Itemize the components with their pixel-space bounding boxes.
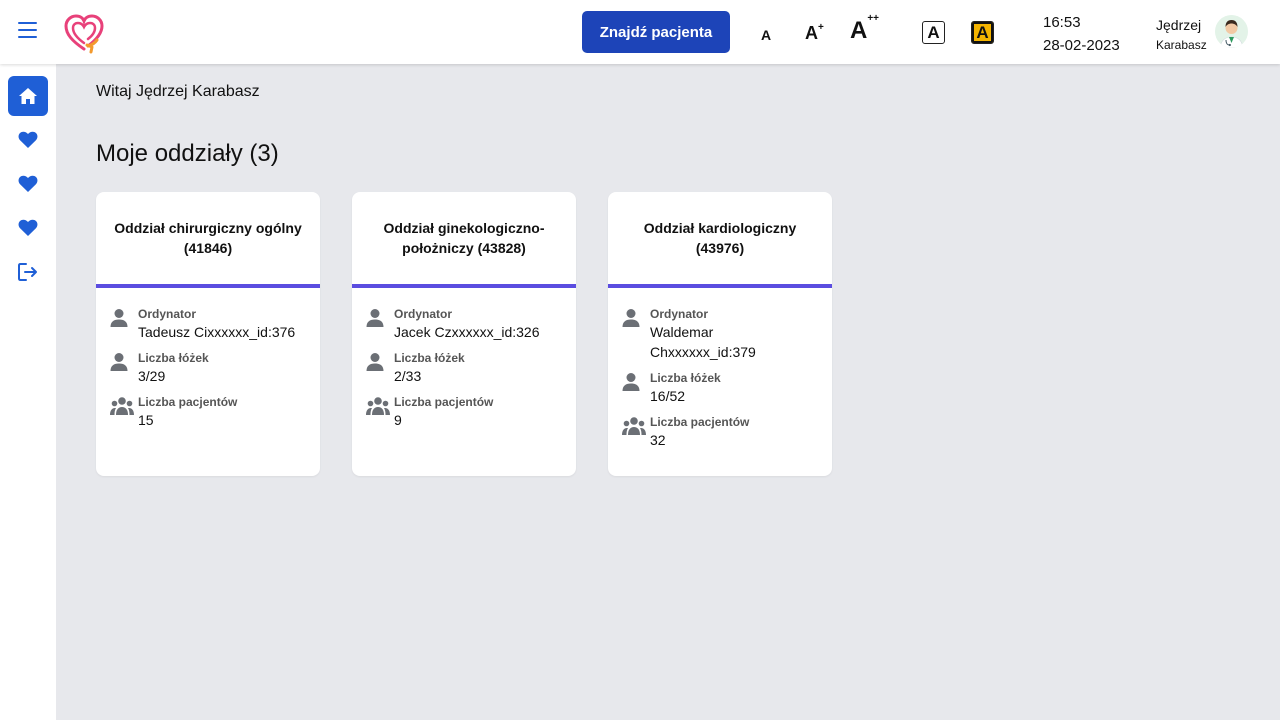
ward-head-label: Ordynator (138, 307, 197, 321)
ward-head-row: Ordynator Jacek Czxxxxxx_id:326 (366, 306, 562, 342)
user-last-name: Karabasz (1156, 38, 1207, 52)
ward-head-row: Ordynator Tadeusz Cixxxxxx_id:376 (110, 306, 306, 342)
sidebar-item-heart-1[interactable] (8, 120, 48, 160)
ward-card[interactable]: Oddział chirurgiczny ogólny (41846) Ordy… (96, 192, 320, 476)
ward-beds-label: Liczba łóżek (650, 371, 721, 385)
ward-head-value: Tadeusz Cixxxxxx_id:376 (138, 324, 296, 340)
font-size-normal-button[interactable]: A (761, 28, 771, 42)
sidebar-item-heart-3[interactable] (8, 208, 48, 248)
section-title: Moje oddziały (3) (96, 140, 279, 167)
logout-icon (18, 263, 37, 281)
group-icon (366, 397, 390, 415)
sidebar (0, 64, 56, 720)
app-logo[interactable] (62, 11, 106, 55)
sidebar-item-logout[interactable] (8, 252, 48, 292)
user-first-name: Jędrzej (1156, 17, 1202, 33)
person-icon (366, 309, 384, 327)
heart-icon (18, 175, 38, 192)
ward-card-title: Oddział kardiologiczny (43976) (608, 192, 832, 288)
home-icon (19, 88, 37, 104)
sidebar-item-heart-2[interactable] (8, 164, 48, 204)
clock-time: 16:53 (1043, 14, 1081, 31)
person-icon (366, 353, 384, 371)
heart-icon (18, 131, 38, 148)
ward-head-label: Ordynator (650, 307, 709, 321)
person-icon (622, 309, 640, 327)
font-size-normal-label: A (761, 27, 772, 43)
person-icon (110, 309, 128, 327)
clock: 16:53 28-02-2023 (1043, 11, 1120, 57)
font-size-large-button[interactable]: A+ (805, 22, 824, 43)
ward-beds-label: Liczba łóżek (394, 351, 465, 365)
contrast-normal-button[interactable]: A (922, 21, 945, 44)
ward-card[interactable]: Oddział kardiologiczny (43976) Ordynator… (608, 192, 832, 476)
ward-head-row: Ordynator Waldemar Chxxxxxx_id:379 (622, 306, 818, 362)
ward-card-title: Oddział ginekologiczno-położniczy (43828… (352, 192, 576, 288)
ward-patients-row: Liczba pacjentów 32 (622, 414, 818, 450)
ward-patients-row: Liczba pacjentów 9 (366, 394, 562, 430)
font-size-xlarge-button[interactable]: A++ (850, 14, 879, 44)
find-patient-button[interactable]: Znajdź pacjenta (582, 11, 730, 53)
greeting: Witaj Jędrzej Karabasz (96, 83, 260, 100)
avatar[interactable] (1215, 15, 1248, 48)
user-name: Jędrzej Karabasz (1156, 16, 1207, 54)
person-icon (622, 373, 640, 391)
ward-card[interactable]: Oddział ginekologiczno-położniczy (43828… (352, 192, 576, 476)
ward-patients-label: Liczba pacjentów (394, 395, 494, 409)
person-icon (110, 353, 128, 371)
ward-patients-value: 32 (650, 432, 666, 448)
ward-beds-row: Liczba łóżek 2/33 (366, 350, 562, 386)
ward-head-value: Waldemar Chxxxxxx_id:379 (650, 324, 756, 360)
clock-date: 28-02-2023 (1043, 37, 1120, 54)
top-header: Znajdź pacjenta A A+ A++ A A 16:53 28-02… (0, 0, 1280, 64)
ward-beds-value: 3/29 (138, 368, 166, 384)
contrast-high-button[interactable]: A (971, 21, 994, 44)
font-size-large-label: A (805, 23, 818, 43)
ward-beds-value: 16/52 (650, 388, 686, 404)
ward-patients-value: 15 (138, 412, 154, 428)
ward-card-title: Oddział chirurgiczny ogólny (41846) (96, 192, 320, 288)
font-size-xlarge-label: A (850, 17, 868, 44)
font-size-xlarge-sup: ++ (867, 13, 880, 24)
ward-head-label: Ordynator (394, 307, 453, 321)
group-icon (622, 417, 646, 435)
ward-beds-row: Liczba łóżek 3/29 (110, 350, 306, 386)
ward-head-value: Jacek Czxxxxxx_id:326 (394, 324, 540, 340)
ward-patients-label: Liczba pacjentów (138, 395, 238, 409)
heart-icon (18, 219, 38, 236)
sidebar-item-home[interactable] (8, 76, 48, 116)
ward-patients-row: Liczba pacjentów 15 (110, 394, 306, 430)
font-size-large-sup: + (818, 22, 824, 33)
menu-icon[interactable] (18, 22, 38, 40)
ward-patients-value: 9 (394, 412, 402, 428)
group-icon (110, 397, 134, 415)
ward-beds-row: Liczba łóżek 16/52 (622, 370, 818, 406)
ward-patients-label: Liczba pacjentów (650, 415, 750, 429)
ward-beds-label: Liczba łóżek (138, 351, 209, 365)
doctor-avatar-icon (1215, 15, 1248, 48)
ward-beds-value: 2/33 (394, 368, 422, 384)
